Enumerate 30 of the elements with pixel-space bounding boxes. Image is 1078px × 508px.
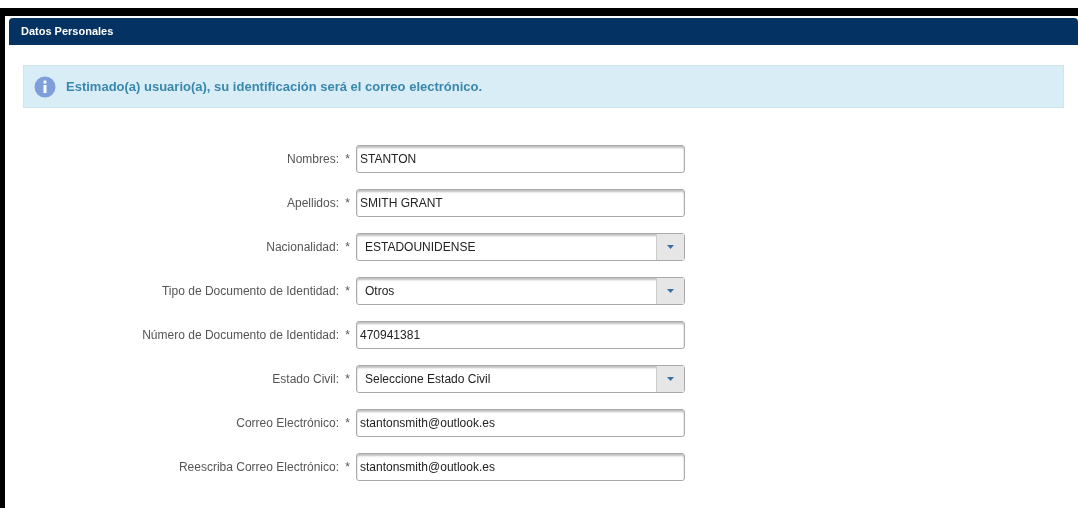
field-label: Estado Civil:: [272, 372, 339, 386]
field-label: Tipo de Documento de Identidad:: [162, 284, 339, 298]
required-mark: *: [345, 240, 350, 254]
field-label: Apellidos:: [286, 196, 339, 210]
required-mark: *: [345, 416, 350, 430]
field-label: Reescriba Correo Electrónico:: [178, 460, 339, 474]
caret-icon: [667, 289, 674, 293]
dropdown-field[interactable]: Seleccione Estado Civil: [356, 365, 685, 393]
caret-icon: [667, 377, 674, 381]
text-field[interactable]: stantonsmith@outlook.es: [356, 453, 685, 481]
text-field[interactable]: SMITH GRANT: [356, 189, 685, 217]
field-label: Nombres:: [287, 152, 339, 166]
required-mark: *: [345, 460, 350, 474]
field-label: Número de Documento de Identidad:: [142, 328, 339, 342]
field-label: Correo Electrónico:: [236, 416, 339, 430]
info-icon: [34, 75, 56, 98]
required-mark: *: [345, 284, 350, 298]
text-field[interactable]: stantonsmith@outlook.es: [356, 409, 685, 437]
text-field[interactable]: 470941381: [356, 321, 685, 349]
text-field[interactable]: STANTON: [356, 145, 685, 173]
required-mark: *: [345, 328, 350, 342]
field-label: Nacionalidad:: [266, 240, 339, 254]
dropdown-field[interactable]: ESTADOUNIDENSE: [356, 233, 685, 261]
required-mark: *: [345, 152, 350, 166]
required-mark: *: [345, 196, 350, 210]
alert-message: Estimado(a) usuario(a), su identificación será el correo electrónico.: [66, 77, 483, 96]
required-mark: *: [345, 372, 350, 386]
caret-icon: [667, 245, 674, 249]
panel-title: Datos Personales: [21, 24, 114, 40]
dropdown-field[interactable]: Otros: [356, 277, 685, 305]
